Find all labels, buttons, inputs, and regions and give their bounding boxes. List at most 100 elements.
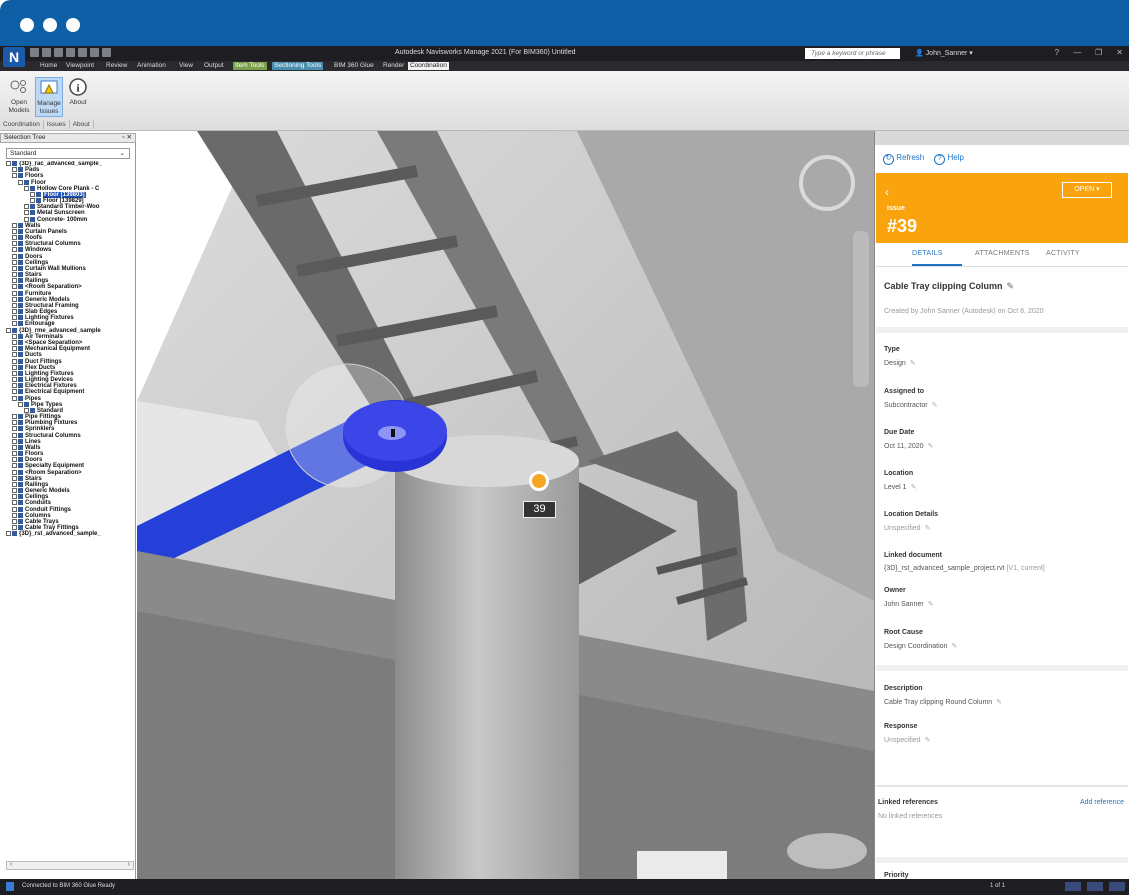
due-date-field[interactable]: Oct 11, 2020 ✎	[884, 442, 933, 450]
expand-toggle-icon[interactable]	[12, 235, 17, 241]
expand-toggle-icon[interactable]	[18, 179, 23, 185]
expand-toggle-icon[interactable]	[12, 247, 17, 253]
expand-toggle-icon[interactable]	[12, 475, 17, 481]
memory-icon[interactable]	[1109, 882, 1125, 891]
tab-review[interactable]: Review	[104, 62, 129, 70]
expand-toggle-icon[interactable]	[12, 432, 17, 438]
help-button[interactable]: ? Help	[934, 153, 964, 165]
assigned-field[interactable]: Subcontractor ✎	[884, 401, 937, 409]
expand-toggle-icon[interactable]	[12, 296, 17, 302]
panel-close-icon[interactable]: ▫ ✕	[122, 134, 132, 142]
scroll-right-icon[interactable]: ›	[128, 861, 130, 868]
refresh-button[interactable]: ↻ Refresh	[883, 153, 924, 165]
expand-toggle-icon[interactable]	[12, 346, 17, 352]
window-dot-2[interactable]	[43, 18, 57, 32]
tab-render[interactable]: Render	[381, 62, 406, 70]
tab-details[interactable]: DETAILS	[912, 250, 943, 257]
tab-attachments[interactable]: ATTACHMENTS	[975, 250, 1030, 257]
expand-toggle-icon[interactable]	[12, 512, 17, 518]
response-field[interactable]: Unspecified ✎	[884, 736, 930, 744]
edit-icon[interactable]: ✎	[910, 360, 916, 367]
edit-icon[interactable]: ✎	[996, 699, 1002, 706]
type-field[interactable]: Design ✎	[884, 359, 916, 367]
expand-toggle-icon[interactable]	[12, 426, 17, 432]
expand-toggle-icon[interactable]	[18, 401, 23, 407]
expand-toggle-icon[interactable]	[12, 377, 17, 383]
horizontal-scrollbar[interactable]: ‹ ›	[6, 861, 134, 870]
expand-toggle-icon[interactable]	[12, 389, 17, 395]
expand-toggle-icon[interactable]	[12, 284, 17, 290]
expand-toggle-icon[interactable]	[12, 173, 17, 179]
issue-title[interactable]: Cable Tray clipping Column ✎	[884, 281, 1014, 292]
issue-number-badge[interactable]: 39	[523, 501, 556, 518]
app-logo[interactable]: N	[3, 47, 25, 67]
edit-icon[interactable]: ✎	[928, 601, 934, 608]
3d-viewport[interactable]: 39	[137, 131, 874, 879]
expand-toggle-icon[interactable]	[12, 414, 17, 420]
back-chevron-icon[interactable]: ‹	[885, 185, 889, 199]
sheet-icon[interactable]	[1065, 882, 1081, 891]
user-menu[interactable]: 👤 John_Sanner ▾	[915, 49, 973, 57]
open-models-button[interactable]: Open Models	[6, 77, 32, 115]
window-dot-1[interactable]	[20, 18, 34, 32]
expand-toggle-icon[interactable]	[12, 278, 17, 284]
location-details-field[interactable]: Unspecified ✎	[884, 524, 930, 532]
about-button[interactable]: i About	[66, 77, 90, 107]
tab-activity[interactable]: ACTIVITY	[1046, 250, 1080, 257]
expand-toggle-icon[interactable]	[12, 444, 17, 450]
expand-toggle-icon[interactable]	[12, 265, 17, 271]
undo-icon[interactable]	[78, 48, 87, 57]
close-icon[interactable]: ✕	[1116, 48, 1123, 57]
scroll-left-icon[interactable]: ‹	[10, 861, 12, 868]
expand-toggle-icon[interactable]	[12, 469, 17, 475]
tab-sectioning-tools[interactable]: Sectioning Tools	[272, 62, 324, 70]
window-dot-3[interactable]	[66, 18, 80, 32]
tab-animation[interactable]: Animation	[135, 62, 168, 70]
expand-toggle-icon[interactable]	[12, 222, 17, 228]
expand-toggle-icon[interactable]	[12, 525, 17, 531]
expand-toggle-icon[interactable]	[12, 358, 17, 364]
expand-toggle-icon[interactable]	[12, 383, 17, 389]
expand-toggle-icon[interactable]	[30, 198, 35, 204]
location-field[interactable]: Level 1 ✎	[884, 483, 916, 491]
manage-issues-button[interactable]: Manage Issues	[35, 77, 63, 117]
help-icon[interactable]: ?	[1055, 48, 1059, 57]
expand-toggle-icon[interactable]	[12, 339, 17, 345]
expand-toggle-icon[interactable]	[12, 333, 17, 339]
tab-bim360-glue[interactable]: BIM 360 Glue	[332, 62, 376, 70]
expand-toggle-icon[interactable]	[12, 463, 17, 469]
expand-toggle-icon[interactable]	[6, 161, 11, 166]
description-field[interactable]: Cable Tray clipping Round Column ✎	[884, 698, 1002, 706]
linked-document-link[interactable]: {3D}_rst_advanced_sample_project.rvt [V1…	[884, 565, 1045, 572]
tab-coordination[interactable]: Coordination	[408, 62, 449, 70]
edit-icon[interactable]: ✎	[932, 402, 938, 409]
expand-toggle-icon[interactable]	[12, 420, 17, 426]
expand-toggle-icon[interactable]	[12, 457, 17, 463]
expand-toggle-icon[interactable]	[12, 253, 17, 259]
restore-icon[interactable]: ❐	[1095, 48, 1102, 57]
expand-toggle-icon[interactable]	[12, 272, 17, 278]
search-input[interactable]: Type a keyword or phrase	[805, 48, 900, 59]
status-dropdown[interactable]: OPEN ▾	[1062, 182, 1112, 198]
expand-toggle-icon[interactable]	[12, 352, 17, 358]
minimize-icon[interactable]: —	[1073, 48, 1081, 57]
select-icon[interactable]	[102, 48, 111, 57]
expand-toggle-icon[interactable]	[12, 228, 17, 234]
expand-toggle-icon[interactable]	[12, 309, 17, 315]
expand-toggle-icon[interactable]	[24, 204, 29, 210]
expand-toggle-icon[interactable]	[24, 185, 29, 191]
edit-icon[interactable]: ✎	[925, 737, 931, 744]
expand-toggle-icon[interactable]	[24, 216, 29, 222]
redo-icon[interactable]	[90, 48, 99, 57]
print-icon[interactable]	[66, 48, 75, 57]
open-file-icon[interactable]	[42, 48, 51, 57]
expand-toggle-icon[interactable]	[30, 191, 35, 197]
edit-icon[interactable]: ✎	[1007, 281, 1015, 291]
edit-icon[interactable]: ✎	[928, 443, 934, 450]
expand-toggle-icon[interactable]	[6, 531, 11, 537]
edit-icon[interactable]: ✎	[951, 643, 957, 650]
expand-toggle-icon[interactable]	[24, 210, 29, 216]
issue-pin-marker[interactable]	[529, 471, 549, 491]
expand-toggle-icon[interactable]	[12, 481, 17, 487]
tab-home[interactable]: Home	[38, 62, 59, 70]
